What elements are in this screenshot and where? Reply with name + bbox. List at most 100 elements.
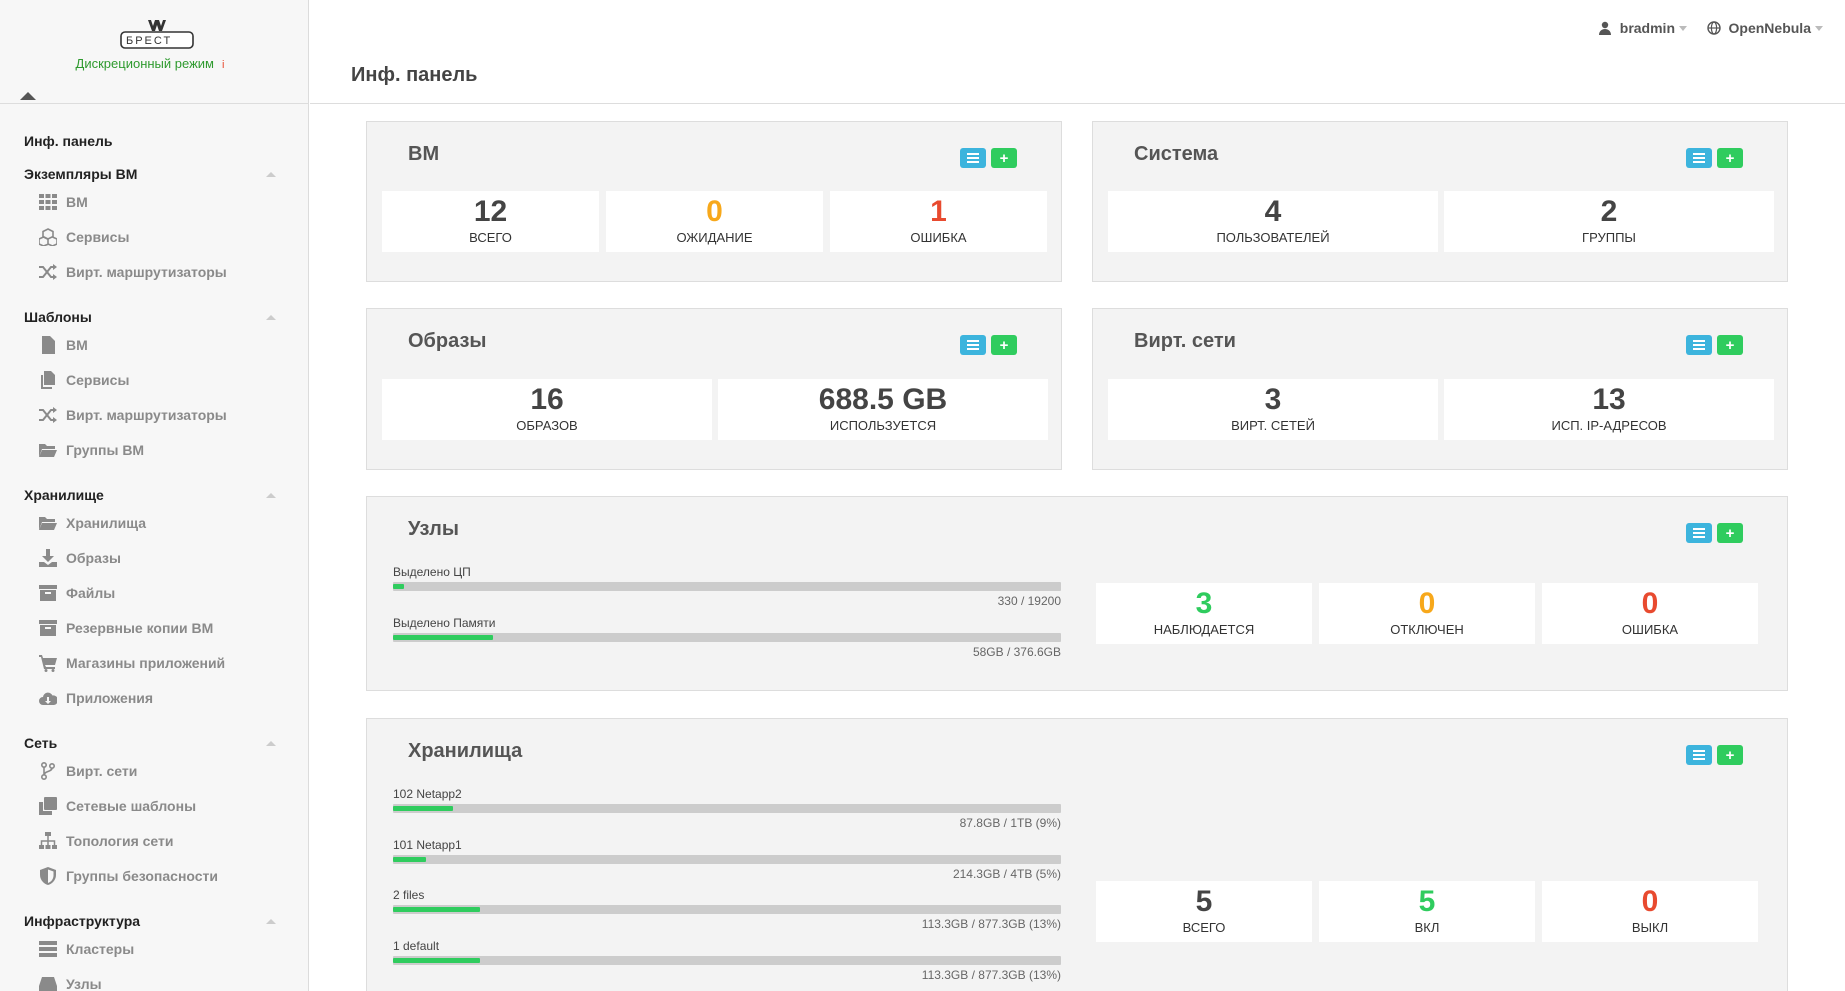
bar-label: 101 Netapp1 bbox=[393, 838, 462, 852]
list-button[interactable] bbox=[1686, 523, 1712, 543]
sidebar-item-apps[interactable]: Приложения bbox=[38, 687, 153, 709]
add-button[interactable]: + bbox=[1717, 335, 1743, 355]
stat-vm-total[interactable]: 12 ВСЕГО bbox=[382, 191, 599, 252]
sidebar-group-infrastructure[interactable]: Инфраструктура bbox=[24, 913, 276, 929]
sidebar-item-service-templates[interactable]: Сервисы bbox=[38, 369, 129, 391]
user-menu[interactable]: bradmin bbox=[1598, 20, 1687, 36]
add-button[interactable]: + bbox=[1717, 148, 1743, 168]
sidebar-item-label: ВМ bbox=[66, 194, 88, 210]
progress-track bbox=[393, 855, 1061, 864]
bar-value: 330 / 19200 bbox=[997, 594, 1061, 608]
stat-hosts-error[interactable]: 0 ОШИБКА bbox=[1542, 583, 1758, 644]
progress-fill bbox=[393, 584, 405, 589]
plus-icon: + bbox=[1725, 149, 1735, 167]
panel-vnets: Вирт. сети + 3 ВИРТ. СЕТЕЙ 13 ИСП. IP-АД… bbox=[1092, 308, 1788, 470]
sidebar-item-marketplaces[interactable]: Магазины приложений bbox=[38, 652, 225, 674]
add-button[interactable]: + bbox=[991, 335, 1017, 355]
stat-value: 4 bbox=[1264, 195, 1282, 228]
sidebar-group-templates[interactable]: Шаблоны bbox=[24, 309, 276, 325]
stat-used-ips[interactable]: 13 ИСП. IP-АДРЕСОВ bbox=[1444, 379, 1774, 440]
caret-up-icon bbox=[266, 172, 276, 177]
stat-hosts-off[interactable]: 0 ОТКЛЮЧЕН bbox=[1319, 583, 1535, 644]
plus-icon: + bbox=[1725, 336, 1735, 354]
sidebar-group-network[interactable]: Сеть bbox=[24, 735, 276, 751]
bar-value: 58GB / 376.6GB bbox=[972, 645, 1061, 659]
sidebar-item-dashboard[interactable]: Инф. панель bbox=[24, 133, 113, 149]
sidebar-item-clusters[interactable]: Кластеры bbox=[38, 938, 134, 960]
sidebar-group-label: Хранилище bbox=[24, 487, 104, 503]
stat-vm-failed[interactable]: 1 ОШИБКА bbox=[830, 191, 1047, 252]
list-button[interactable] bbox=[1686, 148, 1712, 168]
add-button[interactable]: + bbox=[1717, 523, 1743, 543]
sidebar-item-label: Сетевые шаблоны bbox=[66, 798, 197, 814]
sidebar-item-vm-groups[interactable]: Группы ВМ bbox=[38, 439, 144, 461]
list-button[interactable] bbox=[960, 335, 986, 355]
list-icon bbox=[1693, 528, 1705, 538]
sidebar-item-label: Файлы bbox=[66, 585, 116, 601]
sidebar-group-instances[interactable]: Экземпляры ВМ bbox=[24, 166, 276, 182]
stat-label: ПОЛЬЗОВАТЕЛЕЙ bbox=[1216, 230, 1330, 245]
stat-images-total[interactable]: 16 ОБРАЗОВ bbox=[382, 379, 712, 440]
progress-fill bbox=[393, 857, 427, 862]
stat-label: ОБРАЗОВ bbox=[516, 418, 578, 433]
stat-images-used[interactable]: 688.5 GB ИСПОЛЬЗУЕТСЯ bbox=[718, 379, 1048, 440]
list-button[interactable] bbox=[1686, 745, 1712, 765]
stat-label: ОЖИДАНИЕ bbox=[676, 230, 753, 245]
sidebar-item-label: Вирт. маршрутизаторы bbox=[66, 264, 227, 280]
stat-label: ОШИБКА bbox=[1621, 622, 1679, 637]
sidebar-item-vrouter-templates[interactable]: Вирт. маршрутизаторы bbox=[38, 404, 227, 426]
list-button[interactable] bbox=[960, 148, 986, 168]
sidebar-item-datastores[interactable]: Хранилища bbox=[38, 512, 146, 534]
sidebar-item-vnet-templates[interactable]: Сетевые шаблоны bbox=[38, 795, 196, 817]
list-button[interactable] bbox=[1686, 335, 1712, 355]
stat-value: 1 bbox=[930, 195, 947, 228]
sidebar-item-label: Кластеры bbox=[66, 941, 135, 957]
stat-vm-pending[interactable]: 0 ОЖИДАНИЕ bbox=[606, 191, 823, 252]
sidebar-item-security-groups[interactable]: Группы безопасности bbox=[38, 865, 218, 887]
zone-menu[interactable]: OpenNebula bbox=[1706, 20, 1823, 36]
cpu-allocation: Выделено ЦП 330 / 19200 bbox=[393, 565, 1061, 608]
stat-label: ВКЛ bbox=[1414, 920, 1440, 935]
stat-vnets-total[interactable]: 3 ВИРТ. СЕТЕЙ bbox=[1108, 379, 1438, 440]
stat-ds-off[interactable]: 0 ВЫКЛ bbox=[1542, 881, 1758, 942]
stat-label: ГРУППЫ bbox=[1582, 230, 1636, 245]
add-button[interactable]: + bbox=[991, 148, 1017, 168]
sidebar-item-services[interactable]: Сервисы bbox=[38, 226, 129, 248]
datastore-usage: 2 files 113.3GB / 877.3GB (13%) bbox=[393, 888, 1061, 931]
stat-users[interactable]: 4 ПОЛЬЗОВАТЕЛЕЙ bbox=[1108, 191, 1438, 252]
chevron-down-icon bbox=[1679, 25, 1687, 31]
sidebar-item-files[interactable]: Файлы bbox=[38, 582, 115, 604]
bar-label: 102 Netapp2 bbox=[393, 787, 462, 801]
stat-groups[interactable]: 2 ГРУППЫ bbox=[1444, 191, 1774, 252]
progress-track bbox=[393, 804, 1061, 813]
info-icon[interactable]: i bbox=[222, 59, 224, 71]
code-fork-icon bbox=[38, 762, 58, 780]
stat-value: 13 bbox=[1592, 383, 1626, 416]
security-mode-label: Дискреционный режим bbox=[75, 56, 214, 71]
add-button[interactable]: + bbox=[1717, 745, 1743, 765]
panel-title: Система bbox=[1134, 143, 1219, 165]
sidebar-group-storage[interactable]: Хранилище bbox=[24, 487, 276, 503]
sidebar-item-vms[interactable]: ВМ bbox=[38, 191, 88, 213]
sidebar-item-images[interactable]: Образы bbox=[38, 547, 121, 569]
sidebar-item-vm-backups[interactable]: Резервные копии ВМ bbox=[38, 617, 213, 639]
sidebar-item-hosts[interactable]: Узлы bbox=[38, 973, 102, 991]
folder-open-icon bbox=[38, 441, 58, 459]
sidebar-item-vnets[interactable]: Вирт. сети bbox=[38, 760, 137, 782]
stat-ds-on[interactable]: 5 ВКЛ bbox=[1319, 881, 1535, 942]
shield-icon bbox=[38, 867, 58, 885]
sidebar-item-label: Сервисы bbox=[66, 229, 130, 245]
stat-ds-total[interactable]: 5 ВСЕГО bbox=[1096, 881, 1312, 942]
sidebar-item-vm-templates[interactable]: ВМ bbox=[38, 334, 88, 356]
sidebar-item-vrouters[interactable]: Вирт. маршрутизаторы bbox=[38, 261, 227, 283]
stat-hosts-monitored[interactable]: 3 НАБЛЮДАЕТСЯ bbox=[1096, 583, 1312, 644]
files-icon bbox=[38, 371, 58, 389]
grid-icon bbox=[38, 193, 58, 211]
panel-title: ВМ bbox=[408, 143, 440, 165]
collapse-sidebar-icon[interactable] bbox=[20, 92, 36, 100]
progress-track bbox=[393, 633, 1061, 642]
bar-value: 113.3GB / 877.3GB (13%) bbox=[921, 968, 1061, 982]
sidebar-item-topology[interactable]: Топология сети bbox=[38, 830, 174, 852]
bar-label: 2 files bbox=[393, 888, 425, 902]
panel-system: Система + 4 ПОЛЬЗОВАТЕЛЕЙ 2 ГРУППЫ bbox=[1092, 121, 1788, 282]
